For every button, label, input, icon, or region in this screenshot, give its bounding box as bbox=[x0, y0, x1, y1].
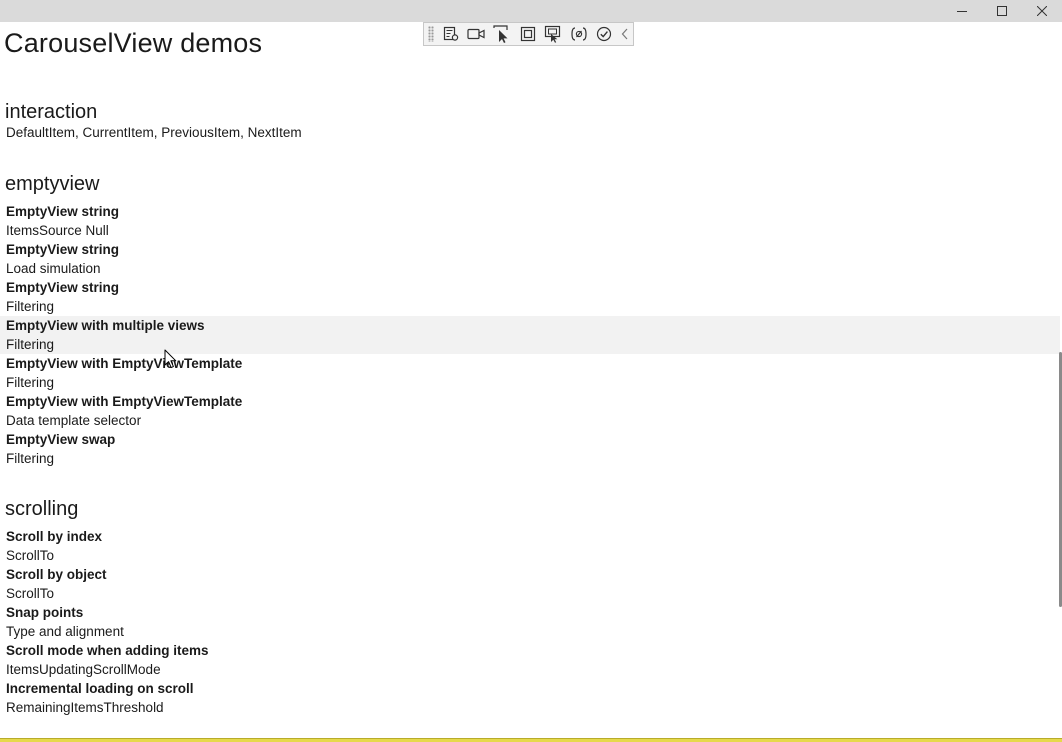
list-item-description: Type and alignment bbox=[6, 624, 124, 639]
maximize-button[interactable] bbox=[982, 0, 1022, 22]
list-item-title: Scroll by index bbox=[6, 529, 103, 544]
list-item-description: ItemsUpdatingScrollMode bbox=[6, 662, 161, 677]
section-header-scrolling: scrolling bbox=[5, 498, 79, 520]
list-item-description: Filtering bbox=[6, 451, 55, 466]
list-item-description: Load simulation bbox=[6, 261, 101, 276]
minimize-icon bbox=[957, 11, 967, 12]
list-item-description: Filtering bbox=[6, 375, 55, 390]
list-item-title: EmptyView with EmptyViewTemplate bbox=[6, 356, 243, 371]
list-item-title: EmptyView string bbox=[6, 204, 120, 219]
list-item[interactable]: Scroll mode when adding items ItemsUpdat… bbox=[0, 641, 1060, 679]
accessibility-check-icon bbox=[597, 26, 612, 42]
list-item[interactable]: EmptyView swap Filtering bbox=[0, 430, 1060, 468]
minimize-button[interactable] bbox=[942, 0, 982, 22]
close-icon bbox=[1037, 6, 1047, 16]
camera-button[interactable] bbox=[464, 23, 490, 45]
track-focus-icon bbox=[545, 25, 561, 43]
select-element-button[interactable] bbox=[489, 23, 515, 45]
live-visual-tree-icon bbox=[443, 26, 458, 41]
mouse-pointer-icon bbox=[164, 349, 177, 369]
bottom-accent-bar bbox=[0, 738, 1062, 742]
collapse-toolbar-icon bbox=[621, 28, 628, 40]
list-item-description: Filtering bbox=[6, 299, 55, 314]
section-header-interaction: interaction bbox=[5, 101, 98, 123]
list-item[interactable]: EmptyView with EmptyViewTemplate Filteri… bbox=[0, 354, 1060, 392]
list-item[interactable]: EmptyView string Load simulation bbox=[0, 240, 1060, 278]
main-content[interactable]: CarouselView demos interaction DefaultIt… bbox=[0, 22, 1062, 738]
app-window: CarouselView demos interaction DefaultIt… bbox=[0, 0, 1062, 742]
list-item-title: EmptyView string bbox=[6, 242, 120, 257]
list-item[interactable]: EmptyView with EmptyViewTemplate Data te… bbox=[0, 392, 1060, 430]
list-item-title: EmptyView string bbox=[6, 280, 120, 295]
list-item[interactable]: Incremental loading on scroll RemainingI… bbox=[0, 679, 1060, 717]
binding-failures-button[interactable] bbox=[566, 23, 592, 45]
list-item-description[interactable]: DefaultItem, CurrentItem, PreviousItem, … bbox=[6, 124, 302, 141]
display-layout-adorners-button[interactable] bbox=[515, 23, 541, 45]
list-item-description: Filtering bbox=[6, 337, 55, 352]
maximize-icon bbox=[997, 6, 1007, 16]
list-item-title: EmptyView with EmptyViewTemplate bbox=[6, 394, 243, 409]
title-bar[interactable] bbox=[0, 0, 1062, 22]
collapse-toolbar-button[interactable] bbox=[617, 23, 633, 45]
select-element-icon bbox=[493, 25, 508, 43]
list-item[interactable]: EmptyView string ItemsSource Null bbox=[0, 202, 1060, 240]
list-item[interactable]: Snap points Type and alignment bbox=[0, 603, 1060, 641]
list-item-title: EmptyView swap bbox=[6, 432, 116, 447]
list-item-description: ScrollTo bbox=[6, 548, 55, 563]
list-item[interactable]: EmptyView string Filtering bbox=[0, 278, 1060, 316]
list-item[interactable]: Scroll by object ScrollTo bbox=[0, 565, 1060, 603]
list-item-title: Snap points bbox=[6, 605, 84, 620]
track-focus-button[interactable] bbox=[540, 23, 566, 45]
in-app-debug-toolbar bbox=[423, 22, 634, 46]
camera-icon bbox=[467, 28, 485, 40]
live-visual-tree-button[interactable] bbox=[438, 23, 464, 45]
list-item-title: Scroll mode when adding items bbox=[6, 643, 209, 658]
display-layout-adorners-icon bbox=[520, 26, 535, 42]
section-header-emptyview: emptyview bbox=[5, 173, 100, 195]
list-item-description: Data template selector bbox=[6, 413, 142, 428]
window-controls bbox=[942, 0, 1062, 22]
page-title: CarouselView demos bbox=[4, 28, 263, 58]
accessibility-check-button[interactable] bbox=[592, 23, 618, 45]
list-item[interactable]: Scroll by index ScrollTo bbox=[0, 527, 1060, 565]
list-item-description: ScrollTo bbox=[6, 586, 55, 601]
list-item-title: EmptyView with multiple views bbox=[6, 318, 205, 333]
list-item-title: Incremental loading on scroll bbox=[6, 681, 194, 696]
list-item[interactable]: EmptyView with multiple views Filtering bbox=[0, 316, 1060, 354]
list-item-description: ItemsSource Null bbox=[6, 223, 109, 238]
binding-failures-icon bbox=[571, 27, 587, 41]
toolbar-grip-handle[interactable] bbox=[428, 26, 434, 42]
list-item-description: RemainingItemsThreshold bbox=[6, 700, 164, 715]
close-button[interactable] bbox=[1022, 0, 1062, 22]
list-item-title: Scroll by object bbox=[6, 567, 107, 582]
